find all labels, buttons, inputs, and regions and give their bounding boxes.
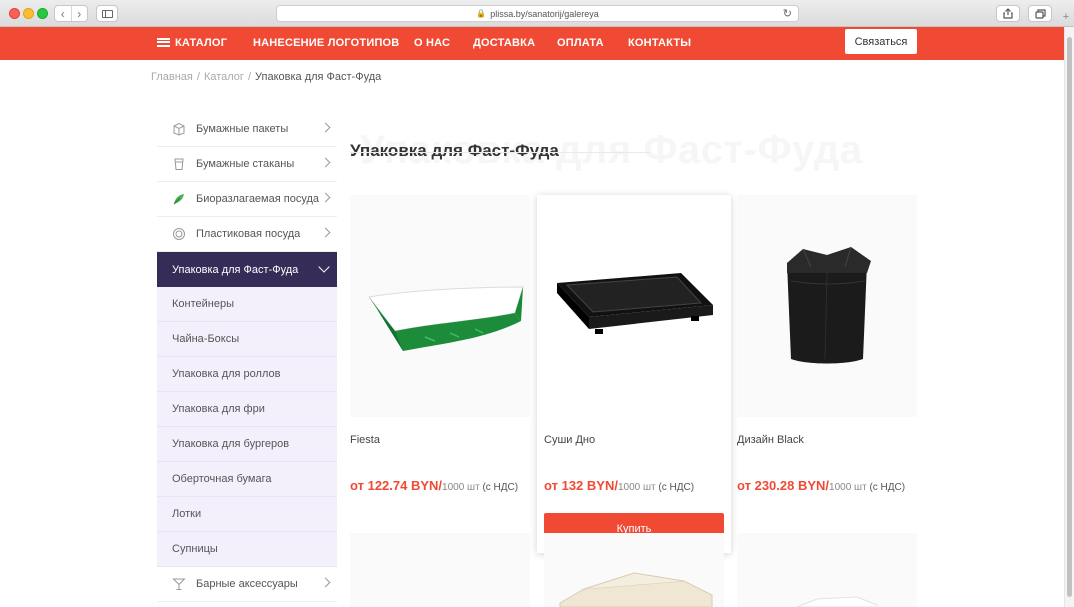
product-card-partial[interactable] bbox=[544, 533, 724, 607]
page-title: Упаковка для Фаст-Фуда bbox=[350, 141, 559, 160]
chevron-right-icon bbox=[320, 577, 331, 588]
product-card[interactable]: Fiesta от 122.74 BYN/1000 шт (с НДС) bbox=[350, 195, 530, 553]
plastic-dish-icon bbox=[172, 227, 186, 241]
tabs-overview-icon[interactable] bbox=[1028, 5, 1052, 22]
sidebar-subitem-trays[interactable]: Лотки bbox=[157, 497, 337, 532]
site-header: КАТАЛОГ НАНЕСЕНИЕ ЛОГОТИПОВ О НАС ДОСТАВ… bbox=[0, 27, 1064, 60]
cocktail-glass-icon bbox=[172, 577, 186, 591]
chevron-right-icon bbox=[320, 122, 331, 133]
browser-toolbar: ‹ › 🔒 plissa.by/sanatorij/galereya ↻ + bbox=[0, 0, 1074, 27]
sidebar-item-label: Барные аксессуары bbox=[196, 578, 298, 590]
sidebar-item-label: Упаковка для Фаст-Фуда bbox=[172, 263, 299, 276]
sushi-tray-image bbox=[557, 273, 713, 334]
product-image[interactable] bbox=[544, 195, 724, 417]
paper-bag-icon bbox=[172, 122, 186, 136]
sidebar-item-bar-accessories[interactable]: Барные аксессуары bbox=[157, 567, 337, 602]
breadcrumb: Главная / Каталог / Упаковка для Фаст-Фуда bbox=[151, 71, 382, 83]
sidebar-item-fastfood[interactable]: Упаковка для Фаст-Фуда bbox=[157, 252, 337, 287]
share-icon[interactable] bbox=[996, 5, 1020, 22]
product-price: от 230.28 BYN/1000 шт (с НДС) bbox=[737, 478, 906, 493]
leaf-icon bbox=[172, 192, 186, 206]
catalog-sidebar: Бумажные пакеты Бумажные стаканы Биоразл… bbox=[157, 112, 337, 602]
sidebar-item-biodegradable[interactable]: Биоразлагаемая посуда bbox=[157, 182, 337, 217]
product-card-partial[interactable] bbox=[737, 533, 917, 607]
noodle-box-image bbox=[787, 246, 871, 364]
minimize-window-icon[interactable] bbox=[23, 8, 34, 19]
sidebar-item-label: Биоразлагаемая посуда bbox=[196, 193, 319, 205]
product-image[interactable] bbox=[737, 195, 917, 417]
nav-about[interactable]: О НАС bbox=[414, 27, 450, 60]
sidebar-item-label: Пластиковая посуда bbox=[196, 228, 301, 240]
sidebar-subitem-china-boxes[interactable]: Чайна-Боксы bbox=[157, 322, 337, 357]
sidebar-subitem-burgers[interactable]: Упаковка для бургеров bbox=[157, 427, 337, 462]
paper-cup-icon bbox=[172, 157, 186, 171]
nav-contacts[interactable]: КОНТАКТЫ bbox=[628, 27, 691, 60]
product-image[interactable] bbox=[350, 195, 530, 417]
sidebar-subitem-rolls[interactable]: Упаковка для роллов bbox=[157, 357, 337, 392]
reload-icon[interactable]: ↻ bbox=[783, 7, 792, 20]
sidebar-subitem-soup-cups[interactable]: Супницы bbox=[157, 532, 337, 567]
sidebar-item-paper-bags[interactable]: Бумажные пакеты bbox=[157, 112, 337, 147]
chevron-right-icon bbox=[320, 157, 331, 168]
sidebar-subitem-containers[interactable]: Контейнеры bbox=[157, 287, 337, 322]
url-text: plissa.by/sanatorij/galereya bbox=[490, 8, 599, 19]
close-window-icon[interactable] bbox=[9, 8, 20, 19]
contact-button[interactable]: Связаться bbox=[845, 29, 917, 54]
product-name[interactable]: Дизайн Black bbox=[737, 434, 804, 446]
chevron-right-icon bbox=[320, 192, 331, 203]
white-box-image bbox=[796, 596, 878, 607]
chevron-right-icon bbox=[320, 227, 331, 238]
product-card[interactable]: Дизайн Black от 230.28 BYN/1000 шт (с НД… bbox=[737, 195, 917, 553]
nav-logo-printing[interactable]: НАНЕСЕНИЕ ЛОГОТИПОВ bbox=[253, 27, 399, 60]
address-bar[interactable]: 🔒 plissa.by/sanatorij/galereya ↻ bbox=[276, 5, 799, 22]
nav-payment[interactable]: ОПЛАТА bbox=[557, 27, 604, 60]
scrollbar-thumb[interactable] bbox=[1067, 37, 1072, 597]
new-tab-icon[interactable]: + bbox=[1060, 11, 1072, 24]
nav-delivery[interactable]: ДОСТАВКА bbox=[473, 27, 535, 60]
product-card[interactable]: Суши Дно от 132 BYN/1000 шт (с НДС) Купи… bbox=[537, 195, 731, 553]
sidebar-item-label: Бумажные стаканы bbox=[196, 158, 295, 170]
sidebar-toggle-icon[interactable] bbox=[96, 5, 118, 22]
breadcrumb-current: Упаковка для Фаст-Фуда bbox=[255, 71, 382, 83]
title-divider bbox=[350, 152, 650, 153]
back-icon[interactable]: ‹ bbox=[55, 6, 72, 21]
forward-icon[interactable]: › bbox=[72, 6, 88, 21]
lock-icon: 🔒 bbox=[476, 9, 487, 18]
paper-tray-image bbox=[368, 286, 524, 351]
chevron-down-icon bbox=[318, 261, 330, 273]
nav-catalog[interactable]: КАТАЛОГ bbox=[157, 27, 227, 60]
sidebar-item-label: Бумажные пакеты bbox=[196, 123, 289, 135]
menu-icon bbox=[157, 37, 170, 47]
breadcrumb-catalog[interactable]: Каталог bbox=[204, 71, 244, 83]
history-buttons: ‹ › bbox=[54, 5, 88, 22]
sidebar-subitem-wrapping-paper[interactable]: Оберточная бумага bbox=[157, 462, 337, 497]
sidebar-item-paper-cups[interactable]: Бумажные стаканы bbox=[157, 147, 337, 182]
product-name[interactable]: Fiesta bbox=[350, 434, 380, 446]
kraft-box-image bbox=[559, 572, 713, 607]
product-name[interactable]: Суши Дно bbox=[544, 434, 595, 446]
breadcrumb-home[interactable]: Главная bbox=[151, 71, 193, 83]
page-scrollbar[interactable] bbox=[1064, 27, 1074, 607]
maximize-window-icon[interactable] bbox=[37, 8, 48, 19]
sidebar-item-plastic[interactable]: Пластиковая посуда bbox=[157, 217, 337, 252]
product-price: от 132 BYN/1000 шт (с НДС) bbox=[544, 478, 695, 493]
product-price: от 122.74 BYN/1000 шт (с НДС) bbox=[350, 478, 519, 493]
product-card-partial[interactable] bbox=[350, 533, 530, 607]
sidebar-subitem-fries[interactable]: Упаковка для фри bbox=[157, 392, 337, 427]
